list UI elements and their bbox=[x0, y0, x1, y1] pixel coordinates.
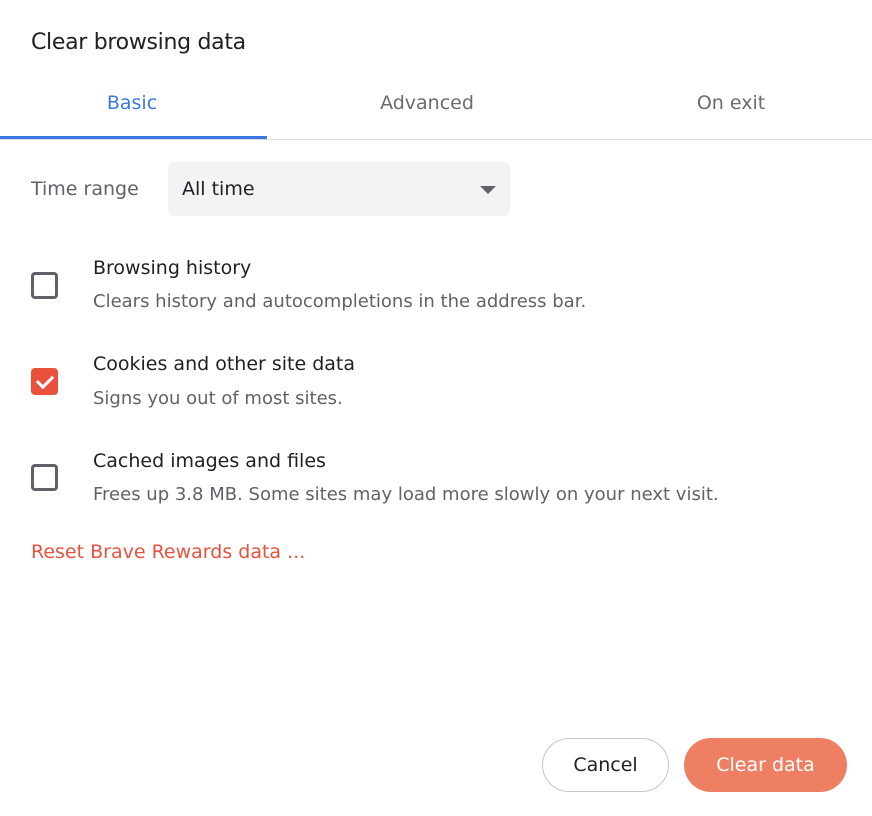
tab-divider bbox=[0, 139, 872, 140]
cached-files-description: Frees up 3.8 MB. Some sites may load mor… bbox=[93, 484, 719, 505]
tab-on-exit[interactable]: On exit bbox=[601, 92, 861, 114]
dialog-title: Clear browsing data bbox=[31, 30, 246, 55]
cookies-description: Signs you out of most sites. bbox=[93, 388, 343, 409]
dropdown-arrow-icon bbox=[480, 186, 496, 194]
cookies-checkbox[interactable] bbox=[31, 368, 58, 395]
browsing-history-checkbox[interactable] bbox=[31, 272, 58, 299]
cached-files-title: Cached images and files bbox=[93, 450, 326, 472]
cookies-title: Cookies and other site data bbox=[93, 353, 356, 375]
reset-rewards-link[interactable]: Reset Brave Rewards data ... bbox=[31, 541, 305, 563]
tab-advanced[interactable]: Advanced bbox=[297, 92, 557, 114]
browsing-history-description: Clears history and autocompletions in th… bbox=[93, 291, 587, 312]
time-range-label: Time range bbox=[31, 178, 139, 200]
time-range-select[interactable]: All time bbox=[168, 162, 510, 216]
clear-data-button[interactable]: Clear data bbox=[684, 738, 847, 792]
browsing-history-title: Browsing history bbox=[93, 257, 252, 279]
active-tab-indicator bbox=[0, 136, 267, 139]
tab-basic[interactable]: Basic bbox=[2, 92, 262, 114]
time-range-value: All time bbox=[182, 178, 255, 200]
cached-files-checkbox[interactable] bbox=[31, 464, 58, 491]
cancel-button[interactable]: Cancel bbox=[542, 738, 669, 792]
